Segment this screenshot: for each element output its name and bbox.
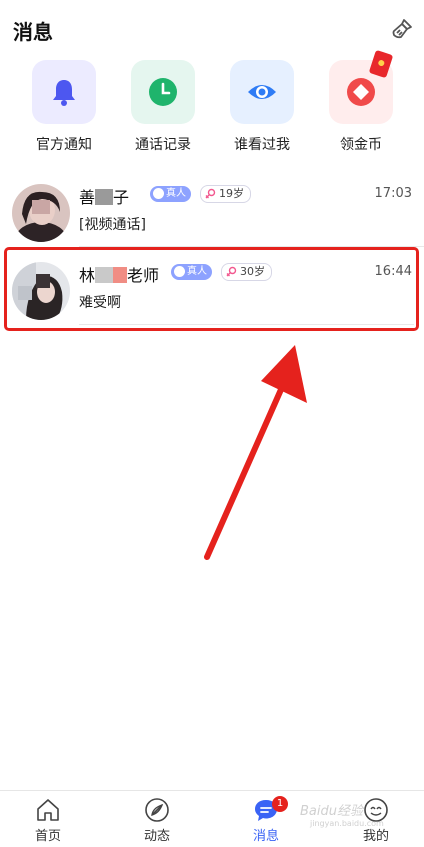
tab-label: 消息	[252, 829, 279, 844]
female-icon	[205, 188, 216, 204]
tab-label: 动态	[143, 829, 170, 844]
quick-action-label: 领金币	[340, 137, 382, 153]
quick-action-label: 通话记录	[135, 137, 191, 153]
broom-icon[interactable]	[390, 17, 414, 41]
annotation-highlight-box	[4, 247, 419, 331]
home-icon	[35, 797, 61, 823]
quick-action-label: 官方通知	[36, 137, 92, 153]
eye-icon	[230, 60, 294, 124]
tab-discover[interactable]: 动态	[127, 797, 187, 844]
quick-action-call-log[interactable]: 通话记录	[128, 60, 198, 154]
conversation-item[interactable]: 善子 真人 19岁 17:03 [视频通话]	[0, 172, 424, 242]
message-preview: [视频通话]	[79, 217, 146, 233]
annotation-arrow	[204, 345, 307, 560]
blurred-name-segment	[95, 189, 114, 205]
quick-action-official-notice[interactable]: 官方通知	[29, 60, 99, 154]
unread-count-badge: 1	[272, 796, 288, 812]
tab-label: 首页	[34, 829, 61, 844]
message-time: 17:03	[374, 186, 412, 201]
contact-name: 善子	[79, 188, 130, 207]
verified-badge: 真人	[150, 186, 191, 202]
page-title: 消息	[13, 20, 53, 44]
clock-icon	[131, 60, 195, 124]
quick-action-who-viewed-me[interactable]: 谁看过我	[227, 60, 297, 154]
bell-icon	[32, 60, 96, 124]
person-icon	[153, 188, 164, 199]
avatar	[12, 184, 70, 242]
compass-icon	[144, 797, 170, 823]
watermark: Baidu经验 jingyan.baidu.com	[300, 804, 384, 828]
age-badge: 19岁	[200, 185, 251, 203]
quick-action-label: 谁看过我	[234, 137, 290, 153]
tab-home[interactable]: 首页	[18, 797, 78, 844]
